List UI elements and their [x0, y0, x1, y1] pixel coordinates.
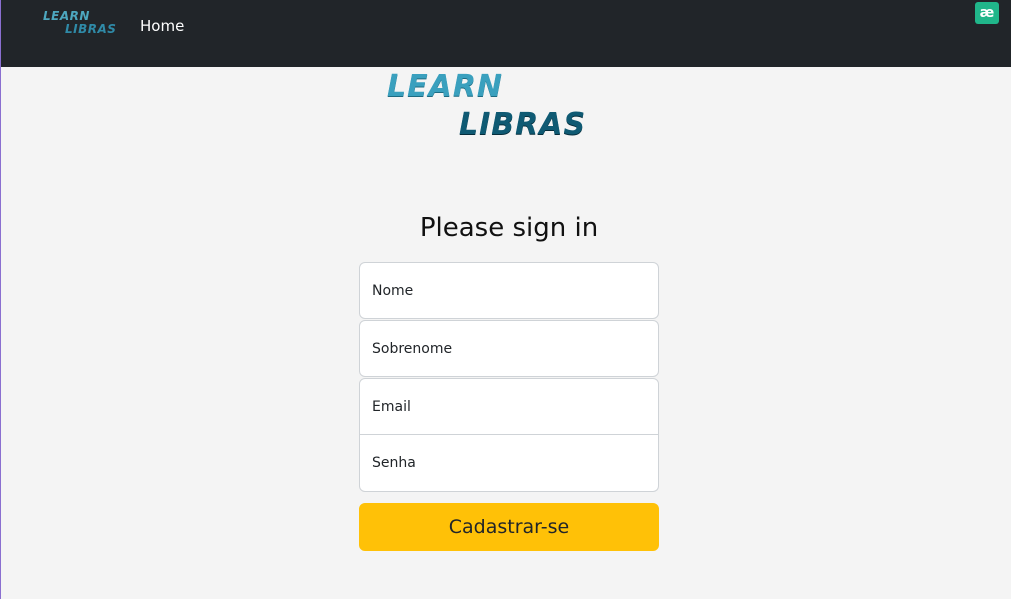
nome-input[interactable]: [359, 262, 659, 319]
page: LEARN LIBRAS Home æ LEARN LIBRAS Please …: [0, 0, 1011, 599]
top-navbar: LEARN LIBRAS Home æ: [1, 0, 1011, 67]
hero-logo: LEARN LIBRAS: [387, 70, 637, 145]
cadastrar-button[interactable]: Cadastrar-se: [359, 503, 659, 551]
page-title: Please sign in: [419, 213, 599, 243]
extension-icon[interactable]: æ: [975, 2, 999, 24]
senha-input[interactable]: [359, 435, 659, 492]
hero-logo-line2: LIBRAS: [459, 107, 587, 142]
sobrenome-input[interactable]: [359, 320, 659, 377]
navbar-logo-line1: LEARN: [43, 9, 90, 23]
navbar-logo-line2: LIBRAS: [65, 22, 117, 36]
nav-home-link[interactable]: Home: [140, 17, 184, 35]
email-input[interactable]: [359, 378, 659, 435]
navbar-logo[interactable]: LEARN LIBRAS: [41, 8, 127, 40]
hero-logo-line1: LEARN: [387, 69, 504, 104]
